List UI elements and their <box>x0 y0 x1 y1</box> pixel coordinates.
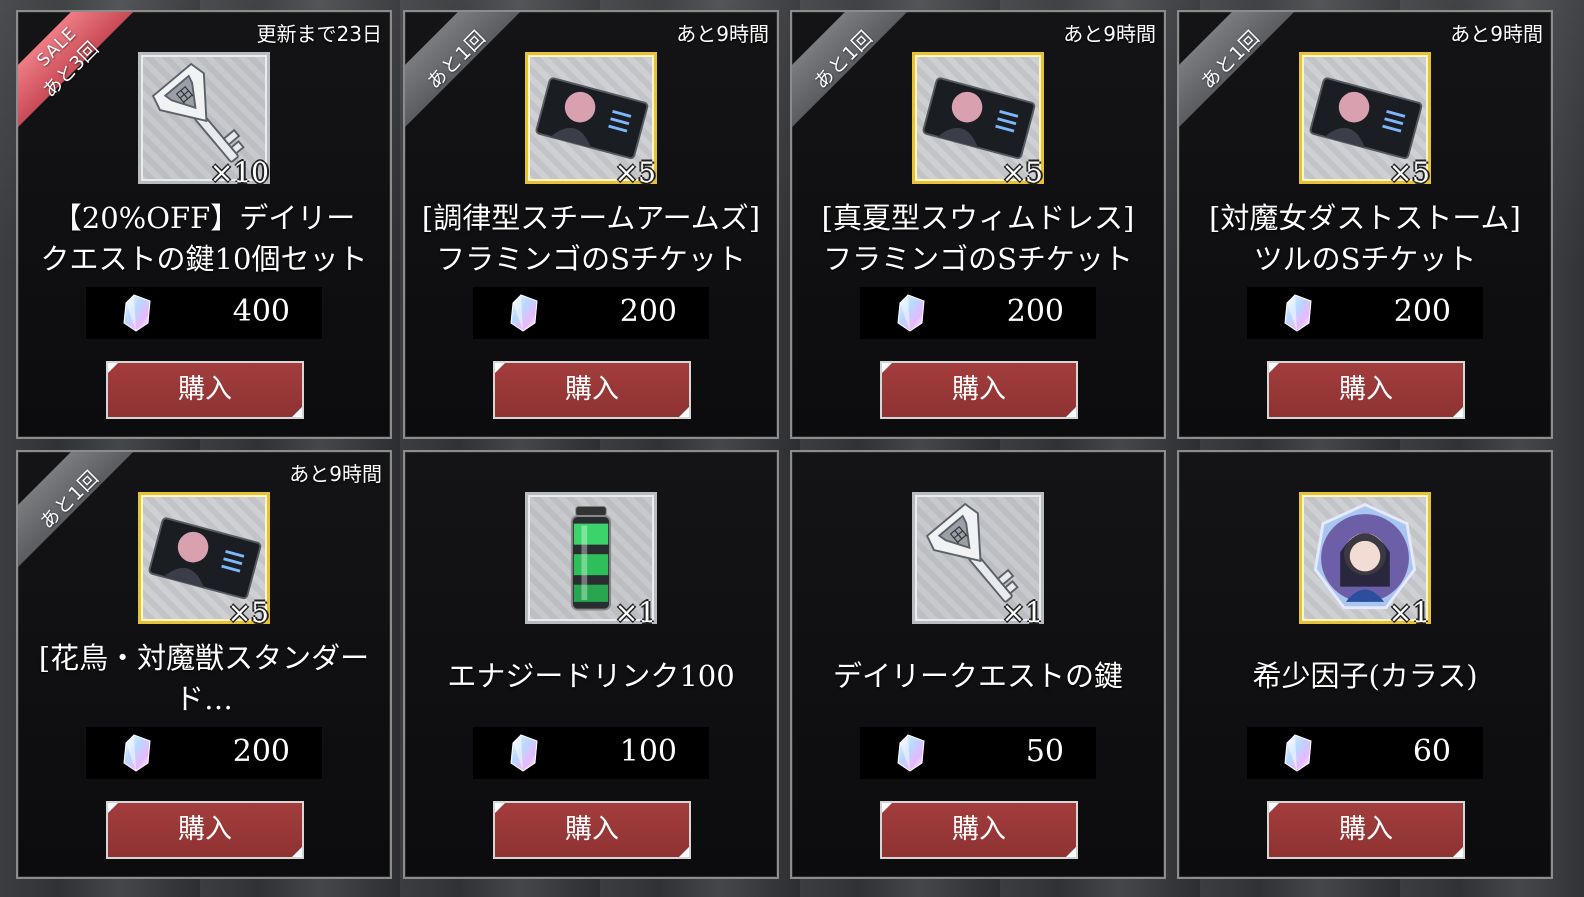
item-icon-frame[interactable]: ×5 <box>525 52 657 189</box>
gem-currency-icon <box>510 294 538 332</box>
item-name: [調律型スチームアームズ] フラミンゴのSチケット <box>421 201 761 276</box>
item-price: 200 <box>232 734 290 769</box>
item-quantity: ×1 <box>1001 596 1043 629</box>
item-name: デイリークエストの鍵 <box>832 659 1123 693</box>
shop-item-card-2[interactable]: あと9時間 ×5 [調律型スチームアームズ] フラミンゴのSチケット 200 購… <box>403 10 779 439</box>
item-icon-frame[interactable]: ×5 <box>1299 52 1431 189</box>
item-name: [真夏型スウィムドレス] フラミンゴのSチケット <box>821 201 1135 276</box>
price-box: 200 <box>86 727 322 779</box>
item-name: 【20%OFF】デイリー クエストの鍵10個セット <box>40 201 368 276</box>
item-price: 200 <box>1393 294 1451 329</box>
shop-item-card-5[interactable]: あと9時間 ×5 [花鳥・対魔獣スタンダー ド… 200 購入 あと1回 <box>16 450 392 879</box>
gem-currency-icon <box>123 294 151 332</box>
item-quantity: ×10 <box>209 156 269 189</box>
shop-item-card-3[interactable]: あと9時間 ×5 [真夏型スウィムドレス] フラミンゴのSチケット 200 購入… <box>790 10 1166 439</box>
time-remaining: あと9時間 <box>1063 22 1156 46</box>
purchase-limit-label: あと1回 <box>35 465 104 534</box>
price-box: 200 <box>860 287 1096 339</box>
item-name: エナジードリンク100 <box>447 659 735 693</box>
purchase-limit-ribbon: あと1回 <box>18 452 142 572</box>
item-name: [対魔女ダストストーム] ツルのSチケット <box>1209 201 1521 276</box>
item-price: 60 <box>1412 734 1451 769</box>
item-price: 400 <box>232 294 290 329</box>
purchase-limit-ribbon: あと1回 <box>405 12 529 132</box>
item-icon-frame[interactable]: ×5 <box>138 492 270 629</box>
shop-item-card-7[interactable]: 田 ×1 デイリークエストの鍵 50 購入 <box>790 450 1166 879</box>
buy-button[interactable]: 購入 <box>880 801 1078 859</box>
shop-grid: 更新まで23日 田 ×10 【20%OFF】デイリー クエストの鍵10個セット <box>0 0 1584 897</box>
shop-item-card-4[interactable]: あと9時間 ×5 [対魔女ダストストーム] ツルのSチケット 200 購入 あと… <box>1177 10 1553 439</box>
buy-button[interactable]: 購入 <box>106 801 304 859</box>
purchase-limit-label: あと1回 <box>1196 25 1265 94</box>
item-quantity: ×5 <box>227 596 269 629</box>
item-icon-frame[interactable]: ×5 <box>912 52 1044 189</box>
price-box: 200 <box>473 287 709 339</box>
purchase-limit-label: あと1回 <box>809 25 878 94</box>
buy-button[interactable]: 購入 <box>106 361 304 419</box>
price-box: 50 <box>860 727 1096 779</box>
gem-currency-icon <box>123 734 151 772</box>
item-name: 希少因子(カラス) <box>1252 659 1478 693</box>
purchase-limit-ribbon: あと1回 <box>792 12 916 132</box>
time-remaining: あと9時間 <box>676 22 769 46</box>
item-quantity: ×5 <box>614 156 656 189</box>
item-quantity: ×5 <box>1388 156 1430 189</box>
buy-button[interactable]: 購入 <box>1267 361 1465 419</box>
price-box: 400 <box>86 287 322 339</box>
time-remaining: あと9時間 <box>289 462 382 486</box>
gem-currency-icon <box>1284 294 1312 332</box>
time-remaining: あと9時間 <box>1450 22 1543 46</box>
buy-button[interactable]: 購入 <box>880 361 1078 419</box>
item-price: 200 <box>1006 294 1064 329</box>
item-icon-frame[interactable]: ×1 <box>1299 492 1431 629</box>
purchase-limit-ribbon: あと1回 <box>1179 12 1303 132</box>
price-box: 200 <box>1247 287 1483 339</box>
price-box: 100 <box>473 727 709 779</box>
item-icon-frame[interactable]: 田 ×1 <box>912 492 1044 629</box>
item-name: [花鳥・対魔獣スタンダー ド… <box>38 641 370 716</box>
gem-currency-icon <box>1284 734 1312 772</box>
item-icon-frame[interactable]: ×1 <box>525 492 657 629</box>
shop-item-card-1[interactable]: 更新まで23日 田 ×10 【20%OFF】デイリー クエストの鍵10個セット <box>16 10 392 439</box>
item-price: 200 <box>619 294 677 329</box>
time-remaining: 更新まで23日 <box>256 22 382 46</box>
purchase-limit-label: あと1回 <box>422 25 491 94</box>
buy-button[interactable]: 購入 <box>493 361 691 419</box>
item-price: 100 <box>619 734 677 769</box>
item-quantity: ×5 <box>1001 156 1043 189</box>
gem-currency-icon <box>897 734 925 772</box>
item-quantity: ×1 <box>1388 596 1430 629</box>
gem-currency-icon <box>897 294 925 332</box>
item-price: 50 <box>1025 734 1064 769</box>
price-box: 60 <box>1247 727 1483 779</box>
shop-item-card-6[interactable]: ×1 エナジードリンク100 100 購入 <box>403 450 779 879</box>
gem-currency-icon <box>510 734 538 772</box>
shop-item-card-8[interactable]: ×1 希少因子(カラス) 60 購入 <box>1177 450 1553 879</box>
item-icon-frame[interactable]: 田 ×10 <box>138 52 270 189</box>
buy-button[interactable]: 購入 <box>1267 801 1465 859</box>
buy-button[interactable]: 購入 <box>493 801 691 859</box>
item-quantity: ×1 <box>614 596 656 629</box>
